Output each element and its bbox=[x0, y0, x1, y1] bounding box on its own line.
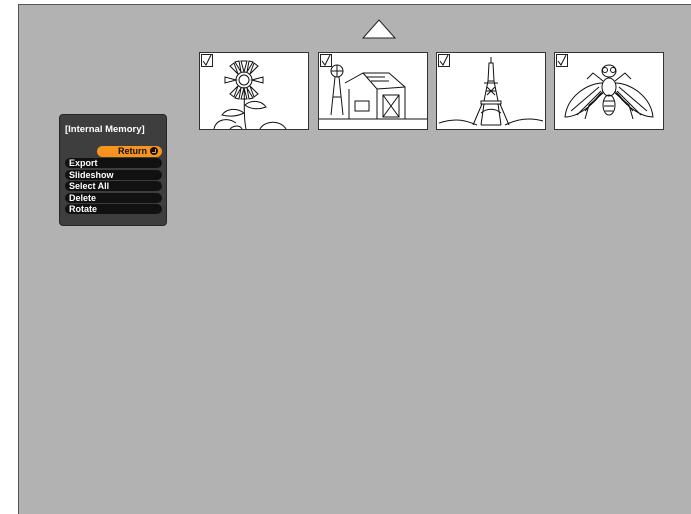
thumbnail-eiffel-tower[interactable] bbox=[436, 52, 546, 130]
checkmark-icon bbox=[557, 55, 567, 66]
eiffel-tower-image bbox=[438, 57, 544, 126]
menu-list: Return Export Slideshow Select All Delet… bbox=[65, 146, 162, 215]
scroll-up-arrow-icon[interactable] bbox=[362, 19, 396, 39]
menu-item-rotate[interactable]: Rotate bbox=[65, 203, 162, 214]
menu-item-export[interactable]: Export bbox=[65, 158, 162, 169]
menu-item-delete[interactable]: Delete bbox=[65, 192, 162, 203]
thumbnail-sunflower[interactable] bbox=[199, 52, 309, 130]
checkbox[interactable] bbox=[201, 54, 213, 67]
thumbnail-barn[interactable] bbox=[318, 52, 428, 130]
checkbox[interactable] bbox=[556, 54, 568, 67]
checkmark-icon bbox=[439, 55, 449, 66]
context-menu: [Internal Memory] Return Export Slidesho… bbox=[59, 114, 167, 226]
thumbnail-fly[interactable] bbox=[554, 52, 664, 130]
checkmark-icon bbox=[321, 55, 331, 66]
fly-image bbox=[564, 64, 654, 120]
menu-title: [Internal Memory] bbox=[65, 124, 145, 135]
barn-image bbox=[319, 64, 427, 120]
menu-item-select-all[interactable]: Select All bbox=[65, 181, 162, 192]
checkbox[interactable] bbox=[438, 54, 450, 67]
menu-item-label: Return bbox=[118, 146, 147, 156]
checkbox[interactable] bbox=[320, 54, 332, 67]
screen bbox=[18, 4, 691, 514]
sunflower-image bbox=[213, 60, 287, 129]
enter-icon bbox=[150, 147, 158, 155]
menu-item-return[interactable]: Return bbox=[97, 146, 162, 157]
checkmark-icon bbox=[202, 55, 212, 66]
menu-item-slideshow[interactable]: Slideshow bbox=[65, 169, 162, 180]
